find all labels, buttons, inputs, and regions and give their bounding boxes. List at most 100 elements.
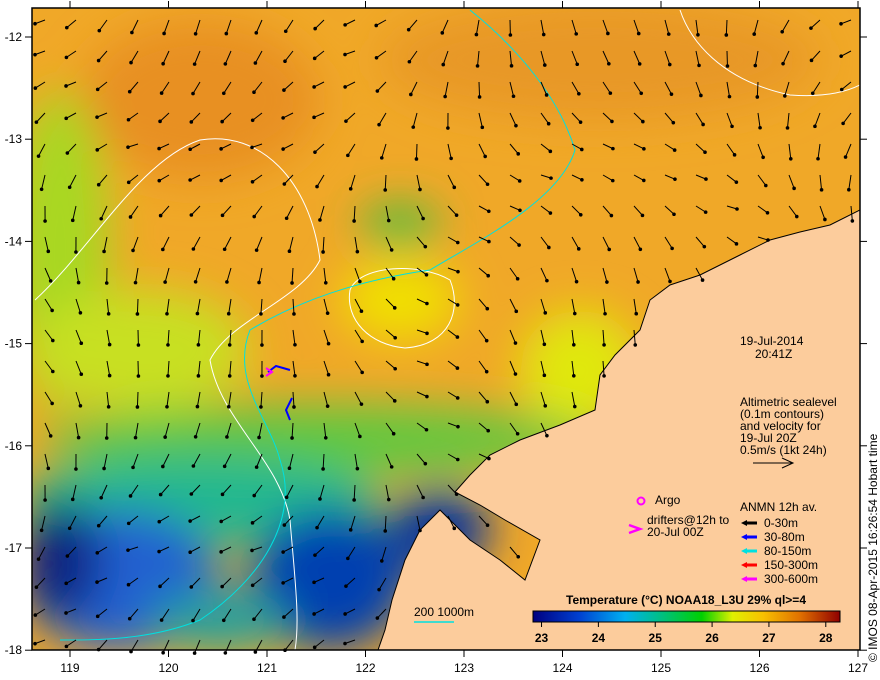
velocity-arrow-head	[359, 309, 364, 313]
velocity-arrow-head	[64, 581, 68, 586]
velocity-arrow-head	[166, 374, 170, 378]
velocity-arrow	[136, 298, 139, 314]
velocity-arrow-head	[541, 32, 546, 37]
velocity-arrow-head	[513, 341, 518, 345]
velocity-arrow-head	[847, 187, 851, 192]
velocity-arrow-head	[636, 280, 640, 284]
velocity-arrow-head	[548, 211, 553, 215]
lon-tick-label: 120	[158, 661, 178, 675]
velocity-arrow-head	[545, 278, 549, 283]
velocity-arrow-head	[78, 403, 83, 408]
velocity-arrow	[415, 143, 418, 160]
velocity-arrow-head	[189, 120, 194, 124]
lon-tick-label: 124	[552, 661, 572, 675]
velocity-arrow-head	[575, 62, 580, 67]
velocity-arrow-head	[196, 343, 201, 347]
velocity-arrow-head	[107, 373, 112, 378]
velocity-arrow-head	[225, 280, 229, 284]
velocity-arrow-head	[544, 93, 549, 97]
velocity-arrow-head	[578, 212, 583, 217]
velocity-arrow-head	[359, 402, 364, 406]
velocity-arrow-head	[455, 240, 460, 245]
velocity-arrow-head	[219, 519, 224, 524]
velocity-arrow-head	[157, 519, 162, 524]
velocity-arrow-head	[455, 366, 460, 370]
velocity-arrow-head	[383, 529, 388, 533]
velocity-arrow-head	[610, 178, 615, 183]
velocity-arrow-head	[312, 612, 316, 616]
velocity-arrow-head	[348, 528, 353, 532]
velocity-arrow-head	[668, 279, 672, 284]
velocity-arrow-head	[758, 125, 762, 130]
velocity-arrow-head	[315, 184, 319, 189]
velocity-arrow-head	[810, 91, 815, 96]
velocity-arrow-head	[220, 119, 224, 124]
velocity-arrow-head	[253, 650, 258, 654]
velocity-arrow-head	[127, 616, 132, 621]
velocity-arrow-head	[352, 498, 356, 502]
velocity-arrow-head	[106, 312, 111, 316]
velocity-arrow-head	[281, 581, 285, 585]
velocity-arrow-head	[360, 370, 364, 375]
velocity-arrow-head	[766, 238, 770, 242]
velocity-arrow-head	[126, 117, 131, 122]
velocity-arrow-head	[379, 156, 384, 160]
velocity-arrow-head	[96, 647, 101, 652]
velocity-arrow-head	[252, 493, 257, 498]
velocity-arrow-head	[313, 26, 317, 31]
velocity-arrow-head	[161, 650, 165, 655]
velocity-arrow-head	[452, 526, 457, 531]
velocity-arrow-head	[753, 63, 758, 68]
velocity-arrow-head	[99, 216, 103, 221]
velocity-arrow-head	[546, 121, 551, 126]
velocity-arrow-head	[788, 157, 793, 161]
velocity-arrow-head	[260, 343, 264, 347]
velocity-arrow-head	[456, 424, 460, 429]
velocity-arrow-head	[513, 372, 518, 376]
velocity-arrow-head	[33, 86, 38, 90]
velocity-arrow-head	[315, 525, 319, 530]
anmn-legend-label: 0-30m	[764, 516, 798, 530]
velocity-arrow-head	[343, 23, 347, 27]
velocity-arrow-head	[641, 178, 646, 183]
velocity-arrow-head	[516, 555, 521, 559]
velocity-arrow-head	[346, 153, 350, 158]
velocity-arrow-head	[383, 188, 388, 192]
velocity-arrow-head	[223, 651, 228, 655]
velocity-arrow-head	[841, 121, 845, 126]
velocity-arrow-head	[283, 29, 288, 34]
velocity-arrow-head	[157, 178, 162, 183]
velocity-arrow-head	[290, 281, 294, 285]
velocity-arrow-head	[133, 280, 138, 285]
velocity-arrow-head	[107, 342, 112, 347]
velocity-arrow-head	[50, 401, 54, 406]
velocity-arrow-head	[511, 94, 516, 99]
velocity-arrow-head	[220, 492, 225, 497]
velocity-arrow-head	[792, 186, 796, 191]
velocity-arrow	[725, 19, 728, 35]
velocity-arrow-head	[254, 31, 259, 35]
velocity-arrow-head	[96, 182, 101, 187]
velocity-arrow-head	[158, 584, 162, 589]
velocity-arrow-head	[425, 301, 429, 306]
velocity-arrow-head	[312, 85, 316, 89]
drifters-label: 20-Jul 00Z	[647, 525, 704, 539]
velocity-arrow-head	[227, 374, 232, 378]
velocity-arrow-head	[781, 61, 785, 66]
velocity-arrow-head	[725, 64, 730, 68]
velocity-arrow-head	[441, 62, 446, 67]
velocity-arrow-head	[318, 497, 322, 501]
velocity-arrow-head	[260, 374, 264, 378]
lon-tick-label: 123	[454, 661, 474, 675]
velocity-arrow-head	[46, 249, 51, 254]
colorbar-tick-label: 24	[592, 631, 606, 645]
velocity-arrow-head	[418, 528, 422, 533]
velocity-arrow-head	[480, 125, 485, 130]
velocity-arrow-head	[389, 248, 394, 252]
velocity-arrow-head	[346, 556, 350, 561]
velocity-arrow-head	[250, 583, 255, 588]
lon-tick-label: 125	[651, 661, 671, 675]
velocity-arrow-head	[257, 280, 261, 285]
velocity-arrow-head	[106, 405, 111, 409]
velocity-arrow-head	[283, 648, 287, 653]
